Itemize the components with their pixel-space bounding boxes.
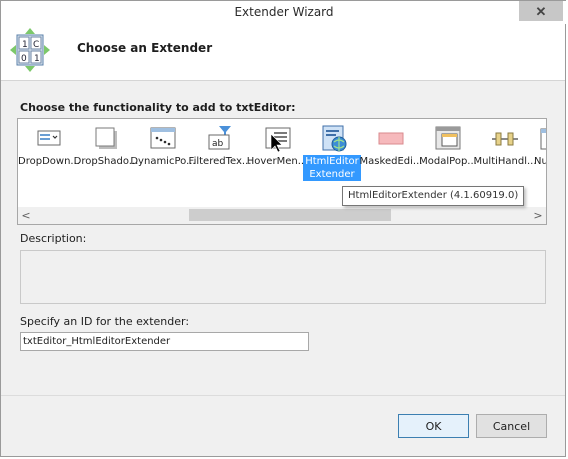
description-label: Description: xyxy=(20,232,87,245)
functionality-label: Choose the functionality to add to txtEd… xyxy=(20,101,296,114)
extender-item-multi-handle-slider[interactable]: MultiHandl... xyxy=(473,123,537,191)
gallery-horizontal-scrollbar[interactable]: < > xyxy=(18,207,546,224)
masked-edit-icon xyxy=(378,132,404,145)
svg-text:1: 1 xyxy=(22,40,28,50)
svg-text:1: 1 xyxy=(34,54,40,64)
extender-id-label: Specify an ID for the extender: xyxy=(20,315,190,328)
extender-item-filtered-textbox[interactable]: ab FilteredTex... xyxy=(189,123,251,191)
extender-item-masked-edit[interactable]: MaskedEdi... xyxy=(360,123,422,191)
extender-tooltip: HtmlEditorExtender (4.1.60919.0) xyxy=(342,186,525,206)
extender-item-dropshadow[interactable]: DropShado... xyxy=(74,123,138,191)
description-box xyxy=(20,250,546,304)
cancel-button[interactable]: Cancel xyxy=(476,414,547,438)
multi-handle-slider-icon xyxy=(492,132,518,146)
numeric-updown-icon xyxy=(540,128,546,150)
extender-wizard-window: Extender Wizard ✕ 1 C 0 1 Choose an Exte… xyxy=(0,0,567,457)
extender-item-html-editor[interactable]: HtmlEditorExtender xyxy=(303,123,363,191)
title-bar: Extender Wizard ✕ xyxy=(1,1,567,24)
svg-text:ab: ab xyxy=(212,139,224,149)
extender-item-dynamic-populate[interactable]: DynamicPo... xyxy=(130,123,196,191)
close-button[interactable]: ✕ xyxy=(519,1,563,21)
page-title: Choose an Extender xyxy=(77,41,213,55)
extender-label: Nur xyxy=(534,156,546,167)
hover-menu-icon xyxy=(265,127,291,153)
extender-item-numeric[interactable]: Nur xyxy=(533,123,546,191)
extender-label: HoverMen... xyxy=(246,156,308,167)
extender-item-hover-menu[interactable]: HoverMen... xyxy=(247,123,307,191)
dropdown-icon xyxy=(37,130,61,146)
modal-popup-icon xyxy=(435,126,461,150)
svg-text:0: 0 xyxy=(21,54,27,64)
filtered-textbox-icon: ab xyxy=(208,126,231,150)
scroll-thumb[interactable] xyxy=(189,209,391,221)
extender-id-input[interactable] xyxy=(20,332,309,351)
html-editor-icon xyxy=(322,125,347,152)
svg-text:C: C xyxy=(33,40,39,50)
dropshadow-icon xyxy=(95,127,117,149)
extender-item-dropdown[interactable]: DropDown... xyxy=(18,123,80,191)
extender-wizard-icon: 1 C 0 1 xyxy=(10,28,50,72)
dynamic-populate-icon xyxy=(150,127,176,149)
scroll-left-button[interactable]: < xyxy=(19,208,33,223)
extender-gallery[interactable]: DropDown... DropShado... DynamicPo... ab… xyxy=(17,118,547,225)
extender-item-modal-popup[interactable]: ModalPop... xyxy=(419,123,477,191)
window-title: Extender Wizard xyxy=(234,5,334,19)
extender-label: HtmlEditorExtender xyxy=(303,155,361,181)
extender-label: MultiHandl... xyxy=(473,156,537,167)
ok-button[interactable]: OK xyxy=(398,414,469,438)
wizard-header: 1 C 0 1 Choose an Extender xyxy=(1,24,565,81)
footer-divider xyxy=(1,395,565,396)
scroll-right-button[interactable]: > xyxy=(531,208,545,223)
